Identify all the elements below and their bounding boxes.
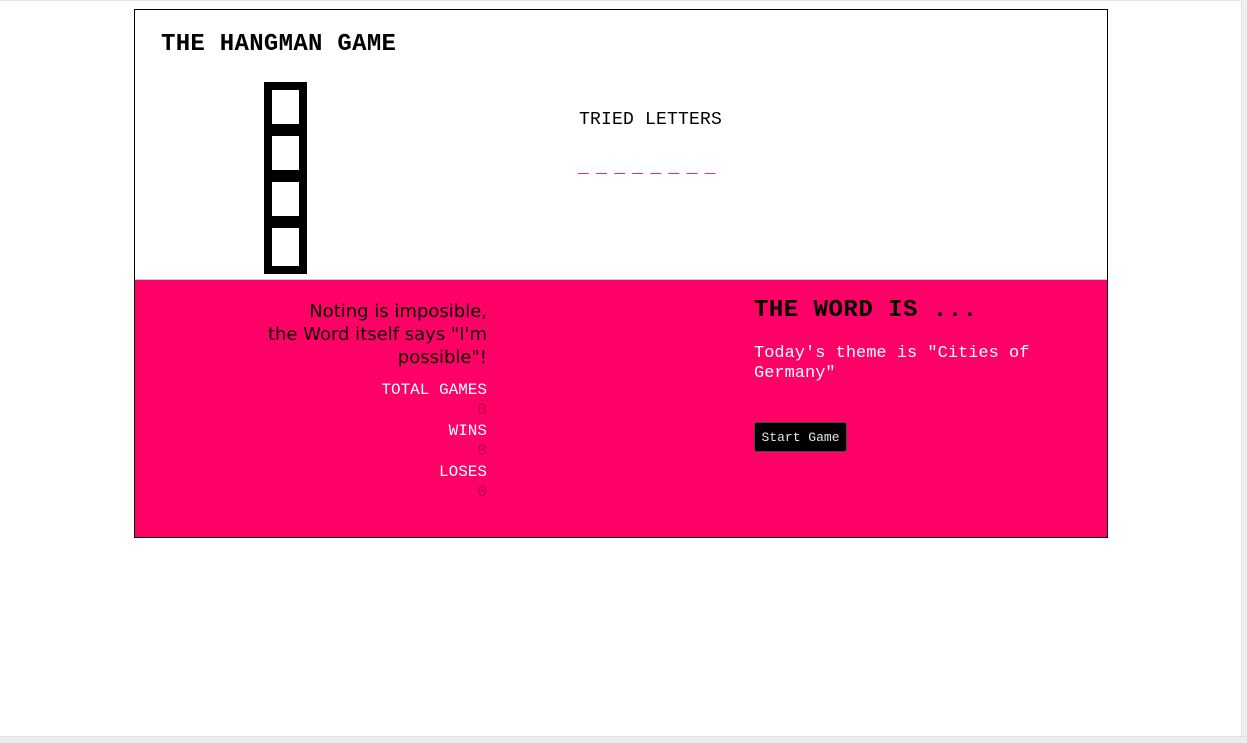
page-title: THE HANGMAN GAME (161, 31, 397, 58)
hangman-stage-2 (264, 128, 307, 178)
letter-blank: _ (596, 158, 607, 178)
letter-blank: _ (650, 158, 662, 178)
letter-blank: _ (614, 158, 625, 178)
quote: Noting is imposible, the Word itself say… (195, 300, 487, 368)
hangman-tower-icon (264, 82, 307, 274)
word-heading: THE WORD IS ... (754, 297, 978, 324)
hangman-stage-4 (264, 220, 307, 274)
game-bottom-area: Noting is imposible, the Word itself say… (135, 280, 1107, 537)
loses-label: LOSES (438, 463, 487, 481)
letter-blank: _ (578, 158, 589, 178)
letter-blank: _ (686, 158, 698, 178)
start-game-button[interactable]: Start Game (754, 422, 847, 452)
quote-line-2: the Word itself says "I'm possible"! (267, 324, 487, 368)
wins-value: 0 (477, 442, 487, 460)
vertical-scrollbar[interactable] (1241, 0, 1247, 736)
hangman-stage-1 (264, 82, 307, 132)
word-blanks: _ _ _ _ _ _ _ _ (578, 158, 723, 178)
page-top-border (0, 0, 1241, 1)
tried-letters-label: TRIED LETTERS (579, 110, 723, 130)
hangman-stage-3 (264, 174, 307, 224)
wins-label: WINS (448, 422, 487, 440)
total-games-label: TOTAL GAMES (381, 381, 487, 399)
stats-panel: TOTAL GAMES 0 WINS 0 LOSES 0 (295, 380, 487, 503)
letter-blank: _ (668, 158, 680, 178)
hangman-game-panel: THE HANGMAN GAME TRIED LETTERS _ _ _ _ _… (134, 9, 1108, 538)
game-top-area: THE HANGMAN GAME TRIED LETTERS _ _ _ _ _… (135, 10, 1107, 280)
quote-line-1: Noting is imposible, (309, 301, 487, 322)
letter-blank: _ (704, 158, 716, 178)
loses-value: 0 (477, 483, 487, 501)
letter-blank: _ (632, 158, 644, 178)
total-games-value: 0 (477, 401, 487, 419)
theme-text: Today's theme is "Cities of Germany" (754, 344, 1030, 383)
